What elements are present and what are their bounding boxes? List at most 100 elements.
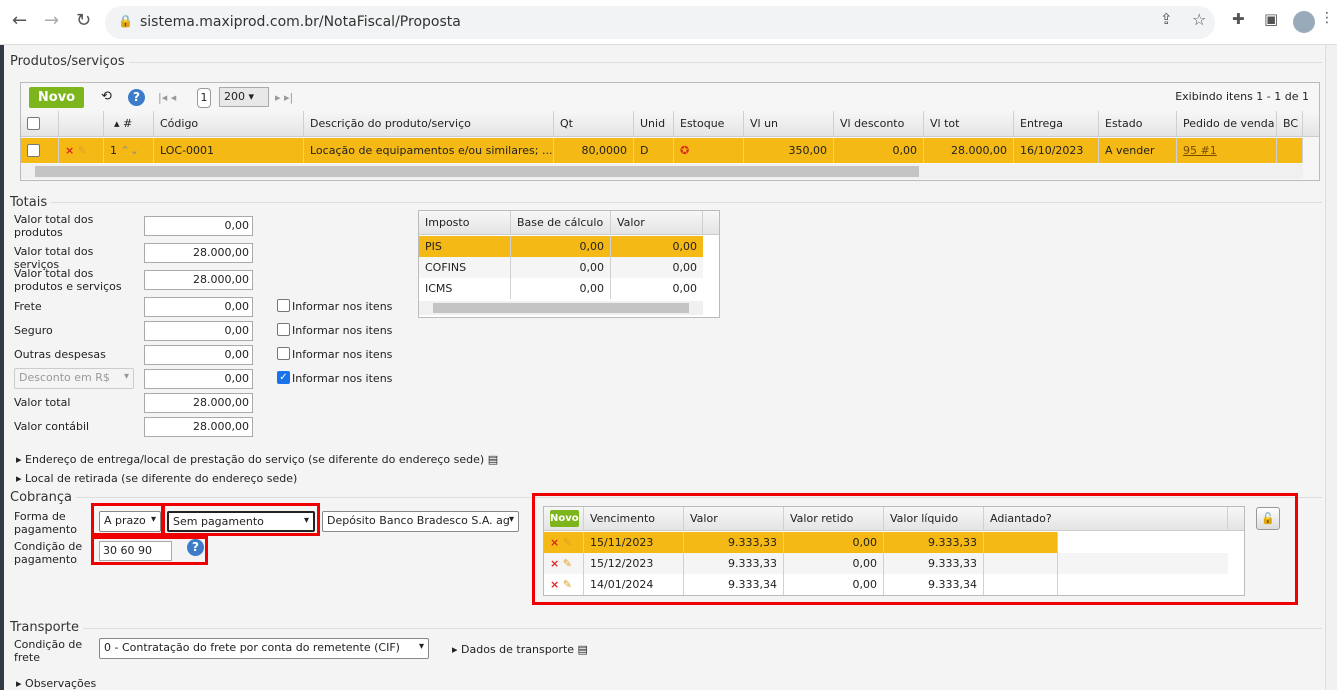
novo-parcela-button[interactable]: Novo	[550, 510, 579, 527]
parcela-row[interactable]: × ✎ 15/12/2023 9.333,33 0,00 9.333,33	[544, 553, 1228, 574]
totais-input[interactable]: 0,00	[144, 369, 253, 389]
totais-input[interactable]: 28.000,00	[144, 417, 253, 437]
totais-input[interactable]: 28.000,00	[144, 243, 253, 263]
cell-unid: D	[634, 138, 674, 163]
condicao-label: Condição de pagamento	[14, 540, 83, 566]
highlight-box	[162, 503, 320, 536]
edit-icon[interactable]: ✎	[563, 536, 572, 549]
totais-input[interactable]: 28.000,00	[144, 270, 253, 290]
avatar[interactable]	[1293, 11, 1315, 33]
share-icon[interactable]: ⇪	[1160, 10, 1173, 28]
doc-icon: ▤	[487, 453, 499, 466]
row-num: 1	[110, 144, 117, 157]
col-vl-desconto[interactable]: Vl desconto	[834, 111, 924, 136]
informar-checkbox[interactable]: ✓	[277, 371, 290, 384]
novo-button[interactable]: Novo	[29, 87, 84, 108]
imposto-row[interactable]: ICMS 0,00 0,00	[419, 278, 703, 299]
browser-toolbar: ← → ↻ 🔒 sistema.maxiprod.com.br/NotaFisc…	[0, 0, 1337, 45]
highlight-box	[91, 536, 208, 565]
delete-icon[interactable]: ×	[550, 578, 559, 591]
cell-base: 0,00	[511, 257, 611, 278]
endereco-entrega-toggle[interactable]: ▸ Endereço de entrega/local de prestação…	[16, 453, 498, 466]
menu-icon[interactable]: ⋮	[1320, 10, 1334, 26]
informar-checkbox[interactable]	[277, 299, 290, 312]
page-scrollbar[interactable]	[1325, 45, 1337, 690]
reorder-icon[interactable]: ⌃⌄	[121, 144, 139, 157]
next-page-icon[interactable]: ▸ ▸|	[275, 91, 293, 104]
edit-icon[interactable]: ✎	[563, 557, 572, 570]
cell-valor: 9.333,33	[684, 553, 784, 574]
totais-input[interactable]: 0,00	[144, 297, 253, 317]
first-page-icon[interactable]: |◂ ◂	[158, 91, 176, 104]
page-size-select[interactable]: 200 ▾	[219, 87, 269, 107]
cell-vl-desconto: 0,00	[834, 138, 924, 163]
sidebar-icon[interactable]: ▣	[1264, 10, 1278, 28]
totais-input[interactable]: 28.000,00	[144, 393, 253, 413]
impostos-scrollbar[interactable]	[419, 301, 703, 315]
delete-icon[interactable]: ×	[65, 144, 74, 157]
cell-estado: A vender	[1099, 138, 1177, 163]
back-icon[interactable]: ←	[12, 10, 27, 31]
desconto-type-select[interactable]: Desconto em R$ ▾	[14, 368, 134, 389]
col-vencimento: Vencimento	[584, 507, 684, 530]
edit-icon[interactable]: ✎	[563, 578, 572, 591]
delete-icon[interactable]: ×	[550, 536, 559, 549]
totais-input[interactable]: 0,00	[144, 321, 253, 341]
informar-label: Informar nos itens	[292, 300, 393, 313]
col-imposto: Imposto	[419, 211, 511, 234]
totais-label: Seguro	[14, 324, 53, 337]
cell-entrega: 16/10/2023	[1014, 138, 1099, 163]
pedido-link[interactable]: 95 #1	[1183, 144, 1217, 157]
imposto-row[interactable]: COFINS 0,00 0,00	[419, 257, 703, 278]
col-num[interactable]: ▴ #	[104, 111, 154, 136]
condicao-frete-value: 0 - Contratação do frete por conta do re…	[104, 641, 400, 654]
parcela-row[interactable]: × ✎ 15/11/2023 9.333,33 0,00 9.333,33	[544, 532, 1228, 553]
select-all-checkbox[interactable]	[27, 117, 40, 130]
col-vl-tot[interactable]: Vl tot	[924, 111, 1014, 136]
page-input[interactable]: 1	[197, 88, 211, 108]
url-text[interactable]: sistema.maxiprod.com.br/NotaFiscal/Propo…	[140, 14, 461, 30]
cell-liquido: 9.333,34	[884, 574, 984, 595]
col-unid[interactable]: Unid	[634, 111, 674, 136]
cell-base: 0,00	[511, 236, 611, 257]
informar-checkbox[interactable]	[277, 347, 290, 360]
cell-retido: 0,00	[784, 532, 884, 553]
totais-label: Outras despesas	[14, 348, 106, 361]
col-vl-un[interactable]: Vl un	[744, 111, 834, 136]
delete-icon[interactable]: ×	[550, 557, 559, 570]
col-codigo[interactable]: Código	[154, 111, 304, 136]
conta-select[interactable]: Depósito Banco Bradesco S.A. ag ▾	[322, 511, 519, 532]
totais-input[interactable]: 0,00	[144, 216, 253, 236]
unlock-icon[interactable]: 🔓	[1256, 507, 1280, 530]
col-estoque[interactable]: Estoque	[674, 111, 744, 136]
dados-transporte-toggle[interactable]: ▸ Dados de transporte ▤	[452, 643, 588, 656]
col-qt[interactable]: Qt	[554, 111, 634, 136]
observacoes-toggle[interactable]: ▸ Observações	[16, 677, 96, 690]
help-icon[interactable]: ?	[128, 89, 145, 106]
informar-checkbox[interactable]	[277, 323, 290, 336]
col-entrega[interactable]: Entrega	[1014, 111, 1099, 136]
table-row[interactable]: × ✎ 1 ⌃⌄ LOC-0001 Locação de equipamento…	[21, 138, 1303, 163]
parcelas-grid: Novo Vencimento Valor Valor retido Valor…	[543, 506, 1245, 596]
star-icon[interactable]: ☆	[1192, 10, 1206, 29]
totais-input[interactable]: 0,00	[144, 345, 253, 365]
local-retirada-toggle[interactable]: ▸ Local de retirada (se diferente do end…	[16, 472, 297, 485]
page-size-value: 200	[224, 90, 245, 103]
extensions-icon[interactable]: ✚	[1232, 10, 1245, 28]
parcela-row[interactable]: × ✎ 14/01/2024 9.333,34 0,00 9.333,34	[544, 574, 1228, 595]
condicao-frete-select[interactable]: 0 - Contratação do frete por conta do re…	[99, 638, 429, 659]
reload-icon[interactable]: ↻	[76, 10, 91, 31]
row-checkbox[interactable]	[27, 144, 40, 157]
col-descricao[interactable]: Descrição do produto/serviço	[304, 111, 554, 136]
horizontal-scrollbar[interactable]	[21, 164, 1303, 179]
item-count: Exibindo itens 1 - 1 de 1	[1175, 90, 1309, 103]
col-estado[interactable]: Estado	[1099, 111, 1177, 136]
forward-icon[interactable]: →	[44, 10, 59, 31]
col-pedido[interactable]: Pedido de venda	[1177, 111, 1277, 136]
cell-adiantado	[984, 553, 1058, 574]
col-bc[interactable]: BC	[1277, 111, 1303, 136]
refresh-icon[interactable]: ⟲	[101, 89, 112, 104]
imposto-row[interactable]: PIS 0,00 0,00	[419, 236, 703, 257]
desconto-type-value: Desconto em R$	[19, 371, 110, 384]
edit-icon[interactable]: ✎	[78, 144, 87, 157]
